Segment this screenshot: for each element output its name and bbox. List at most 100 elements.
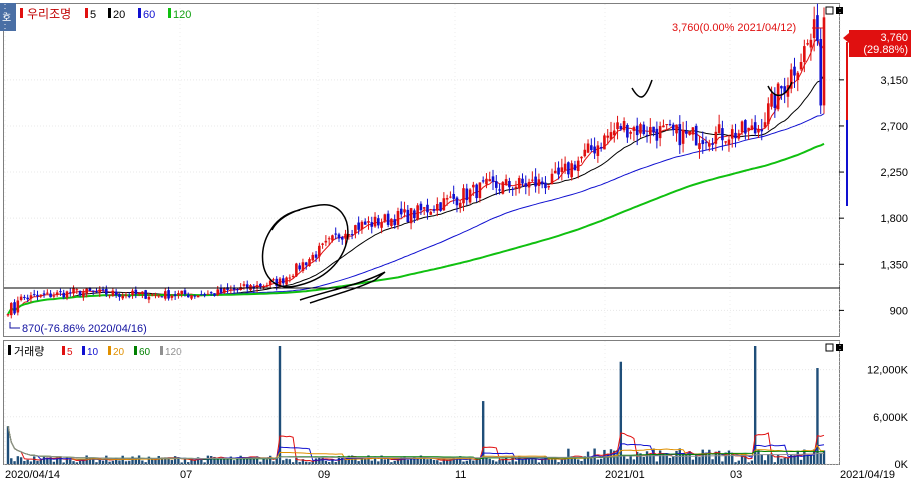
volume-bar — [131, 456, 134, 464]
candle-body — [304, 262, 308, 266]
candle-body — [819, 39, 823, 106]
candle-body — [573, 164, 577, 171]
candle-body — [36, 294, 39, 297]
candle-body — [9, 303, 13, 316]
candle-body — [465, 188, 469, 201]
volume-bar — [580, 460, 583, 464]
candle-body — [622, 121, 626, 131]
candle-body — [632, 127, 636, 131]
candle-body — [747, 127, 750, 131]
volume-bar — [383, 459, 387, 464]
volume-bar — [268, 455, 272, 464]
candle-body — [334, 233, 338, 235]
candle-body — [727, 139, 731, 145]
candle-body — [547, 185, 551, 188]
candle-body — [757, 128, 760, 133]
candle-body — [517, 178, 521, 189]
candle-body — [662, 125, 665, 128]
candle-body — [717, 124, 721, 134]
price-panel[interactable] — [3, 3, 840, 337]
candle-body — [19, 296, 23, 301]
volume-bar — [357, 461, 360, 464]
candle-body — [626, 124, 629, 138]
candle-body — [59, 291, 62, 293]
candle-body — [442, 198, 446, 211]
candle-body — [550, 173, 554, 185]
volume-bar — [619, 361, 623, 464]
volume-bar — [819, 453, 822, 464]
candle-body — [321, 243, 324, 245]
volume-tick-label: 0K — [895, 459, 909, 471]
candle-body — [534, 176, 537, 187]
volume-bar — [727, 450, 731, 464]
candle-body — [213, 293, 216, 296]
candle-body — [504, 179, 508, 185]
vol-legend-label-60: 60 — [139, 347, 151, 358]
volume-bar — [478, 459, 482, 464]
volume-panel[interactable] — [3, 340, 840, 465]
candle-body — [711, 143, 714, 145]
candle-body — [242, 284, 246, 286]
legend-swatch-20 — [108, 8, 111, 18]
volume-bar — [334, 461, 337, 464]
candle-body — [154, 294, 157, 296]
volume-bar — [432, 459, 436, 464]
candle-body — [23, 296, 26, 298]
volume-bar — [485, 457, 488, 464]
legend-label-20: 20 — [113, 9, 125, 21]
candle-body — [13, 302, 16, 314]
vol-legend-label-10: 10 — [87, 347, 99, 358]
candle-body — [750, 125, 754, 130]
volume-bar — [622, 456, 626, 464]
candle-body — [101, 289, 105, 291]
candle-body — [714, 131, 718, 144]
volume-bar — [33, 456, 36, 464]
candle-body — [753, 122, 757, 134]
volume-bar — [658, 450, 662, 464]
stock-name: 우리조명 — [27, 7, 71, 21]
volume-bar — [187, 462, 190, 464]
candle-body — [186, 294, 190, 298]
volume-bar — [10, 458, 13, 464]
candle-body — [527, 181, 531, 188]
candle-body — [698, 143, 701, 150]
volume-bar — [809, 455, 813, 464]
candle-body — [567, 162, 570, 175]
candle-body — [124, 294, 128, 296]
stock-chart[interactable]: 호 우리조명 5 20 60 120 거래량 5 10 20 60 120 3,760(0.0… — [0, 0, 911, 481]
volume-bar — [308, 462, 311, 464]
candle-body — [468, 189, 472, 203]
candle-body — [409, 208, 413, 224]
candle-body — [488, 179, 492, 182]
candle-body — [760, 129, 764, 132]
candle-body — [380, 222, 383, 228]
candle-body — [436, 204, 439, 211]
volume-bar — [498, 459, 501, 464]
candle-body — [216, 289, 220, 296]
candle-body — [429, 211, 433, 215]
volume-bar — [29, 461, 33, 464]
volume-bar — [547, 459, 550, 464]
price-tick-label: 3,150 — [880, 75, 908, 87]
candle-body — [524, 183, 528, 187]
candle-body — [298, 265, 301, 270]
volume-bar — [19, 457, 23, 464]
candle-body — [563, 163, 567, 171]
candle-body — [383, 214, 387, 221]
candle-body — [426, 204, 429, 213]
candle-body — [612, 130, 616, 136]
candle-body — [52, 295, 56, 297]
volume-bar — [508, 461, 511, 464]
volume-bar — [23, 460, 26, 464]
volume-bar — [488, 458, 491, 464]
volume-bar — [13, 461, 16, 464]
volume-bar — [62, 462, 65, 464]
candle-body — [229, 289, 233, 291]
candle-body — [6, 314, 10, 316]
candle-body — [46, 292, 49, 294]
candle-body — [603, 135, 606, 150]
candle-body — [776, 83, 780, 110]
x-tick-label: 07 — [180, 469, 192, 481]
candle-body — [144, 290, 147, 299]
volume-bar — [577, 459, 580, 464]
